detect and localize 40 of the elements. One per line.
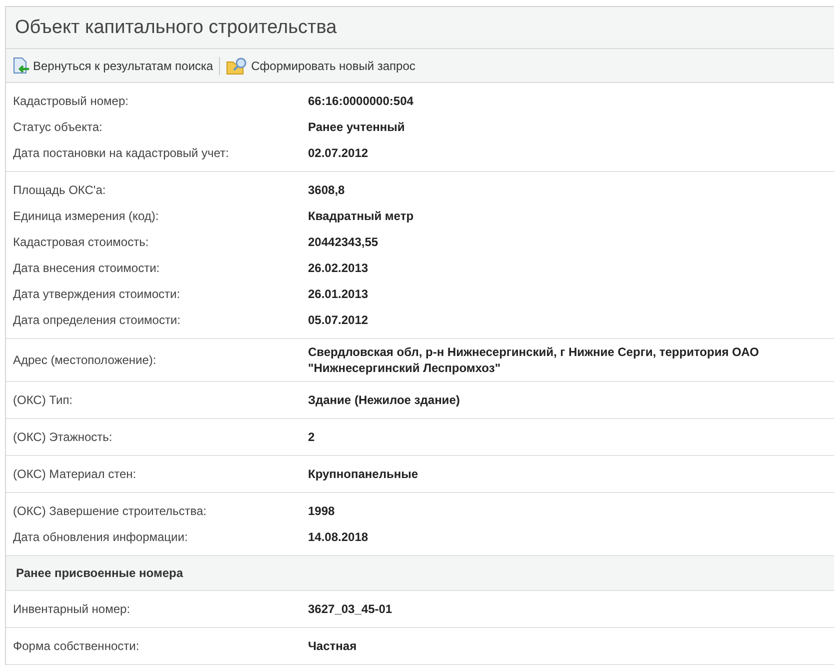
- field-label: Форма собственности:: [13, 639, 140, 653]
- field-label: Статус объекта:: [13, 120, 104, 134]
- field-label: Единица измерения (код):: [13, 209, 160, 223]
- field-label: Кадастровая стоимость:: [13, 235, 150, 249]
- field-value: 26.01.2013: [308, 286, 370, 302]
- field-value: 1998: [308, 503, 336, 519]
- field-label: (ОКС) Тип:: [13, 393, 74, 407]
- field-value: Свердловская обл, р-н Нижнесергинский, г Нижние Серги, территория ОАО "Нижнесергинский Леспромхоз": [308, 344, 760, 376]
- field-label: Кадастровый номер:: [13, 94, 130, 108]
- field-value: Крупнопанельные: [308, 466, 420, 482]
- new-query-button[interactable]: Сформировать новый запрос: [226, 56, 416, 74]
- field-value: 20442343,55: [308, 234, 380, 250]
- field-value: 05.07.2012: [308, 312, 370, 328]
- section-heading: Ранее присвоенные номера: [6, 556, 834, 591]
- field-value: Частная: [308, 638, 358, 654]
- field-label: Дата утверждения стоимости:: [13, 287, 182, 301]
- panel-title: Объект капитального строительства: [15, 16, 337, 38]
- field-value: 02.07.2012: [308, 145, 370, 161]
- field-label: (ОКС) Завершение строительства:: [13, 504, 208, 518]
- field-value: 2: [308, 429, 316, 445]
- folder-magnifier-icon: [226, 56, 248, 74]
- field-value: 66:16:0000000:504: [308, 93, 414, 109]
- field-label: Дата обновления информации:: [13, 530, 189, 544]
- field-label: (ОКС) Этажность:: [13, 430, 114, 444]
- field-label: Дата определения стоимости:: [13, 313, 182, 327]
- field-label: Дата постановки на кадастровый учет:: [13, 146, 230, 160]
- field-value: 3608,8: [308, 182, 346, 198]
- field-value: Здание (Нежилое здание): [308, 392, 461, 408]
- field-value: 3627_03_45-01: [308, 601, 394, 617]
- field-label: Инвентарный номер:: [13, 602, 132, 616]
- field-value: 14.08.2018: [308, 529, 370, 545]
- field-label: Адрес (местоположение):: [13, 353, 158, 367]
- field-label: (ОКС) Материал стен:: [13, 467, 138, 481]
- field-value: Квадратный метр: [308, 208, 415, 224]
- field-value: 26.02.2013: [308, 260, 370, 276]
- field-label: Дата внесения стоимости:: [13, 261, 161, 275]
- back-to-results-button[interactable]: Вернуться к результатам поиска: [12, 56, 214, 74]
- document-arrow-icon: [12, 56, 30, 74]
- field-label: Площадь ОКС'а:: [13, 183, 107, 197]
- field-value: Ранее учтенный: [308, 119, 406, 135]
